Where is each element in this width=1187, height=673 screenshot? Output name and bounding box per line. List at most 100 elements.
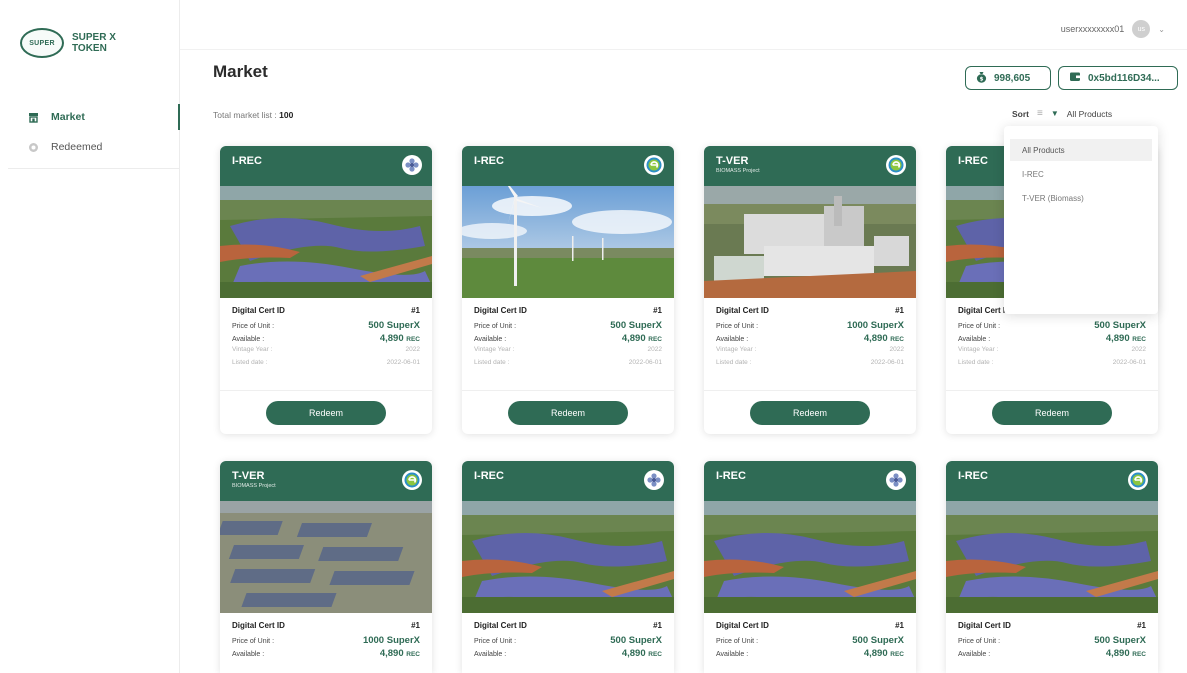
- dropdown-option-tver[interactable]: T-VER (Biomass): [1010, 187, 1152, 209]
- listed-row: Listed date : 2022-06-01: [716, 359, 904, 372]
- card-header: I-REC: [220, 146, 432, 186]
- cert-id-label: Digital Cert ID: [958, 621, 1011, 630]
- price-row: Price of Unit : 500 SuperX: [474, 320, 662, 333]
- available-label: Available :: [958, 336, 991, 343]
- card-header: I-REC: [704, 461, 916, 501]
- product-card[interactable]: I-REC Digital Cert ID #1 Price of Unit : 500…: [220, 146, 432, 434]
- chevron-down-icon[interactable]: ⌄: [1158, 25, 1165, 34]
- sort-selected[interactable]: All Products: [1067, 109, 1112, 119]
- filter-icon[interactable]: ≡: [1037, 108, 1043, 119]
- price-label: Price of Unit :: [958, 638, 1001, 645]
- available-value: 4,890 REC: [1106, 648, 1146, 659]
- product-card[interactable]: T-VER BIOMASS Project Digital Cert ID #1 Pri…: [220, 461, 432, 673]
- available-amount: 4,890: [379, 333, 404, 344]
- price-value: 500 SuperX: [852, 635, 904, 646]
- wallet-address-button[interactable]: 0x5bd116D34...: [1058, 66, 1178, 90]
- product-card[interactable]: I-REC Digital Cert ID #1 Price of Unit : 500…: [462, 461, 674, 673]
- flower-icon: [644, 470, 664, 490]
- brand-logo[interactable]: SUPER SUPER X TOKEN: [20, 28, 116, 58]
- cert-id-value: #1: [411, 306, 420, 315]
- product-card[interactable]: I-REC Digital Cert ID #1 Price of Unit : 500…: [462, 146, 674, 434]
- sidebar-item-label: Market: [51, 111, 85, 123]
- vintage-value: 2022: [405, 346, 420, 353]
- available-unit: REC: [406, 336, 420, 343]
- available-row: Available : 4,890 REC: [716, 648, 904, 661]
- card-header: I-REC: [946, 461, 1158, 501]
- price-value: 500 SuperX: [610, 635, 662, 646]
- user-menu[interactable]: userxxxxxxxx01 us ⌄: [1061, 20, 1165, 38]
- available-label: Available :: [232, 336, 265, 343]
- cert-id-value: #1: [653, 621, 662, 630]
- card-info: Digital Cert ID #1 Price of Unit : 1000 Sup…: [220, 613, 432, 661]
- redeem-button[interactable]: Redeem: [508, 400, 628, 425]
- available-value: 4,890 REC: [864, 333, 904, 344]
- available-unit: REC: [890, 336, 904, 343]
- total-label: Total market list :: [213, 110, 277, 120]
- available-amount: 4,890: [621, 648, 646, 659]
- available-row: Available : 4,890 REC: [958, 648, 1146, 661]
- price-value: 500 SuperX: [368, 320, 420, 331]
- available-label: Available :: [716, 651, 749, 658]
- listed-label: Listed date :: [716, 359, 752, 366]
- store-icon: [28, 112, 39, 123]
- available-row: Available : 4,890 REC: [474, 333, 662, 346]
- redeem-button[interactable]: Redeem: [992, 400, 1112, 425]
- price-value: 500 SuperX: [1094, 635, 1146, 646]
- brand-line1: SUPER X: [72, 32, 116, 43]
- card-info: Digital Cert ID #1 Price of Unit : 500 Supe…: [462, 298, 674, 372]
- price-value: 500 SuperX: [1094, 320, 1146, 331]
- wallet-address: 0x5bd116D34...: [1088, 72, 1160, 84]
- dropdown-option-irec[interactable]: I-REC: [1010, 163, 1152, 185]
- cert-id-label: Digital Cert ID: [716, 306, 769, 315]
- card-image: [946, 501, 1158, 613]
- brand-line2: TOKEN: [72, 43, 107, 54]
- card-subtitle: BIOMASS Project: [716, 168, 760, 174]
- redeem-button[interactable]: Redeem: [266, 400, 386, 425]
- vintage-label: Vintage Year :: [474, 346, 515, 353]
- logo-badge: SUPER: [20, 28, 64, 58]
- card-header: I-REC: [462, 461, 674, 501]
- card-info: Digital Cert ID #1 Price of Unit : 1000 Sup…: [704, 298, 916, 372]
- available-unit: REC: [1132, 651, 1146, 658]
- sidebar-item-label: Redeemed: [51, 141, 103, 153]
- cert-id-value: #1: [895, 306, 904, 315]
- listed-value: 2022-06-01: [870, 359, 904, 366]
- chevron-down-icon[interactable]: ▼: [1051, 109, 1059, 118]
- available-value: 4,890 REC: [622, 648, 662, 659]
- money-bag-icon: $: [976, 71, 987, 86]
- card-footer: Redeem: [946, 390, 1158, 434]
- card-header: I-REC: [462, 146, 674, 186]
- card-image: [462, 186, 674, 298]
- topbar: userxxxxxxxx01 us ⌄: [180, 0, 1187, 50]
- product-card[interactable]: I-REC Digital Cert ID #1 Price of Unit : 500…: [704, 461, 916, 673]
- price-row: Price of Unit : 500 SuperX: [958, 635, 1146, 648]
- redeem-button[interactable]: Redeem: [750, 400, 870, 425]
- avatar[interactable]: us: [1132, 20, 1151, 38]
- vintage-value: 2022: [647, 346, 662, 353]
- e-logo-icon: [644, 155, 664, 175]
- card-image: [220, 501, 432, 613]
- sort-control[interactable]: Sort ≡ ▼ All Products: [1012, 108, 1112, 119]
- username: userxxxxxxxx01: [1060, 24, 1125, 34]
- available-value: 4,890 REC: [380, 333, 420, 344]
- dropdown-option-all[interactable]: All Products: [1010, 139, 1152, 161]
- price-label: Price of Unit :: [958, 323, 1001, 330]
- price-row: Price of Unit : 500 SuperX: [474, 635, 662, 648]
- listed-value: 2022-06-01: [386, 359, 420, 366]
- cert-id-label: Digital Cert ID: [474, 306, 527, 315]
- sidebar-item-market[interactable]: Market: [0, 104, 180, 130]
- card-footer: Redeem: [704, 390, 916, 434]
- available-label: Available :: [958, 651, 991, 658]
- available-unit: REC: [890, 651, 904, 658]
- card-subtitle: BIOMASS Project: [232, 483, 276, 489]
- price-value: 500 SuperX: [610, 320, 662, 331]
- vintage-label: Vintage Year :: [958, 346, 999, 353]
- balance-button[interactable]: $ 998,605: [965, 66, 1051, 90]
- product-card[interactable]: T-VER BIOMASS Project Digital Cert ID #1 Pri…: [704, 146, 916, 434]
- sidebar-item-redeemed[interactable]: Redeemed: [0, 134, 180, 160]
- product-card[interactable]: I-REC Digital Cert ID #1 Price of Unit : 500…: [946, 461, 1158, 673]
- sidebar-nav: Market Redeemed: [0, 104, 180, 164]
- cert-id-row: Digital Cert ID #1: [232, 621, 420, 635]
- sort-label: Sort: [1012, 108, 1029, 119]
- cert-id-label: Digital Cert ID: [232, 621, 285, 630]
